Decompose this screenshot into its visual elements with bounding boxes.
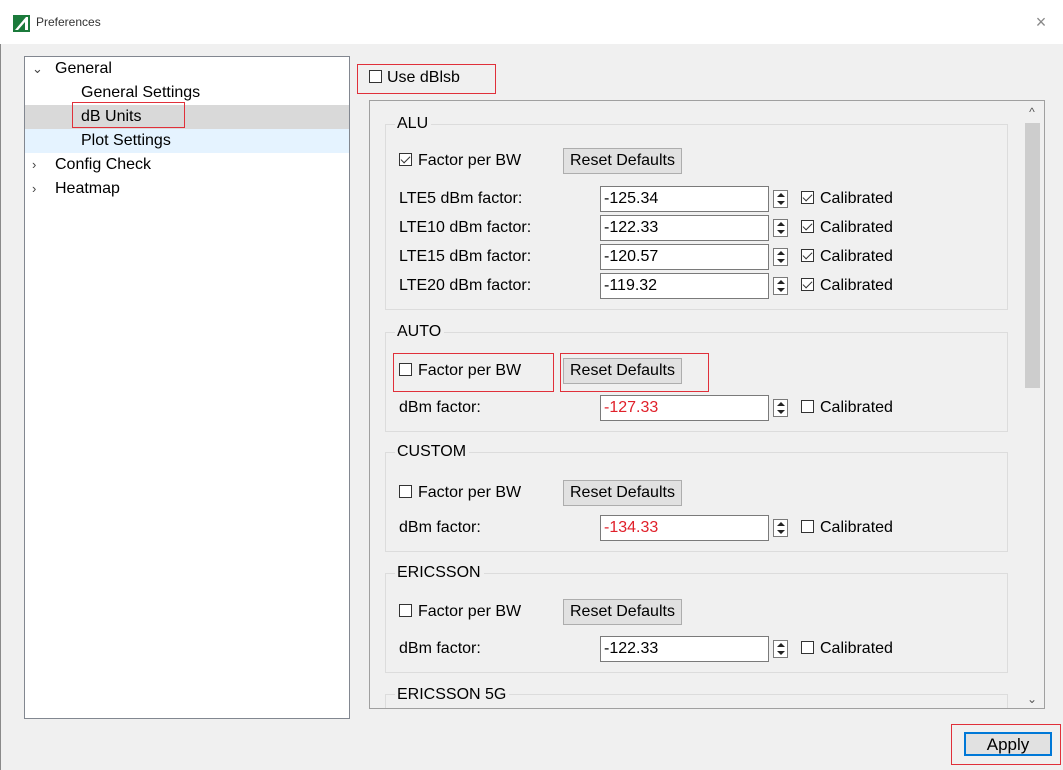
scroll-down-icon[interactable]: ⌄ [1021, 690, 1043, 708]
spin-stepper-icon[interactable] [773, 277, 788, 295]
vertical-scrollbar[interactable]: ^ ⌄ [1021, 101, 1043, 708]
spin-stepper-icon[interactable] [773, 399, 788, 417]
row-label: LTE20 dBm factor: [399, 277, 532, 294]
group-title: ERICSSON [395, 563, 484, 583]
window-title: Preferences [36, 15, 101, 29]
row-label: dBm factor: [399, 640, 481, 657]
dbm-factor-spinbox[interactable]: -120.57 [600, 244, 792, 270]
dbm-factor-spinbox[interactable]: -125.34 [600, 186, 792, 212]
apply-button[interactable]: Apply [964, 732, 1052, 756]
preferences-tree: ⌄ General General Settings dB Units Plot… [24, 56, 350, 719]
factor-per-bw-checkbox[interactable]: Factor per BW [399, 360, 521, 382]
dbm-factor-input[interactable]: -120.57 [600, 244, 769, 270]
calibrated-checkbox[interactable]: Calibrated [801, 188, 893, 210]
chevron-right-icon[interactable]: › [32, 153, 36, 177]
calibrated-checkbox[interactable]: Calibrated [801, 217, 893, 239]
dbm-factor-spinbox[interactable]: -127.33 [600, 395, 792, 421]
calibrated-label: Calibrated [820, 219, 893, 236]
tree-item-general[interactable]: ⌄ General [25, 57, 349, 81]
checkbox-icon[interactable] [399, 153, 412, 166]
dbm-factor-input[interactable]: -122.33 [600, 636, 769, 662]
dbm-factor-input[interactable]: -125.34 [600, 186, 769, 212]
spin-stepper-icon[interactable] [773, 519, 788, 537]
title-bar: Preferences × [0, 0, 1063, 44]
spin-stepper-icon[interactable] [773, 190, 788, 208]
tree-item-label: Plot Settings [81, 132, 171, 149]
calibrated-label: Calibrated [820, 519, 893, 536]
calibrated-label: Calibrated [820, 190, 893, 207]
row-label: LTE10 dBm factor: [399, 219, 532, 236]
dbm-factor-input[interactable]: -122.33 [600, 215, 769, 241]
tree-item-label: Config Check [55, 156, 152, 173]
factor-per-bw-checkbox[interactable]: Factor per BW [399, 601, 521, 623]
tree-item-label: Heatmap [55, 180, 120, 197]
use-dbi-label: Use dBlsb [387, 69, 460, 86]
dbm-factor-spinbox[interactable]: -122.33 [600, 636, 792, 662]
dbm-factor-spinbox[interactable]: -122.33 [600, 215, 792, 241]
group-title: CUSTOM [395, 442, 470, 462]
calibrated-checkbox[interactable]: Calibrated [801, 638, 893, 660]
factor-per-bw-label: Factor per BW [418, 484, 522, 501]
checkbox-icon[interactable] [801, 641, 814, 654]
spin-stepper-icon[interactable] [773, 248, 788, 266]
factor-per-bw-checkbox[interactable]: Factor per BW [399, 482, 521, 504]
tree-item-heatmap[interactable]: › Heatmap [25, 177, 349, 201]
checkbox-icon[interactable] [801, 520, 814, 533]
factor-per-bw-label: Factor per BW [418, 362, 522, 379]
calibrated-checkbox[interactable]: Calibrated [801, 275, 893, 297]
factor-per-bw-label: Factor per BW [418, 152, 522, 169]
checkbox-icon[interactable] [801, 249, 814, 262]
dbm-factor-input[interactable]: -127.33 [600, 395, 769, 421]
checkbox-icon[interactable] [399, 363, 412, 376]
row-label: LTE15 dBm factor: [399, 248, 532, 265]
row-label: LTE5 dBm factor: [399, 190, 523, 207]
tree-item-general-settings[interactable]: General Settings [25, 81, 349, 105]
chevron-right-icon[interactable]: › [32, 177, 36, 201]
chevron-down-icon[interactable]: ⌄ [32, 57, 43, 81]
reset-defaults-button[interactable]: Reset Defaults [563, 148, 682, 174]
spin-stepper-icon[interactable] [773, 640, 788, 658]
app-logo-icon [13, 15, 30, 32]
calibrated-checkbox[interactable]: Calibrated [801, 246, 893, 268]
calibrated-checkbox[interactable]: Calibrated [801, 517, 893, 539]
factor-per-bw-checkbox[interactable]: Factor per BW [399, 150, 521, 172]
dbm-factor-input[interactable]: -119.32 [600, 273, 769, 299]
checkbox-icon[interactable] [399, 604, 412, 617]
row-label: dBm factor: [399, 519, 481, 536]
factor-per-bw-label: Factor per BW [418, 603, 522, 620]
spin-stepper-icon[interactable] [773, 219, 788, 237]
checkbox-icon[interactable] [801, 191, 814, 204]
tree-item-config-check[interactable]: › Config Check [25, 153, 349, 177]
calibrated-label: Calibrated [820, 399, 893, 416]
reset-defaults-button[interactable]: Reset Defaults [563, 358, 682, 384]
calibrated-label: Calibrated [820, 248, 893, 265]
scrollbar-thumb[interactable] [1025, 123, 1040, 388]
calibrated-checkbox[interactable]: Calibrated [801, 397, 893, 419]
checkbox-icon[interactable] [369, 70, 382, 83]
use-dbi-checkbox[interactable]: Use dBlsb [369, 67, 460, 89]
dbm-factor-spinbox[interactable]: -119.32 [600, 273, 792, 299]
tree-item-db-units[interactable]: dB Units [25, 105, 349, 129]
row-label: dBm factor: [399, 399, 481, 416]
tree-item-plot-settings[interactable]: Plot Settings [25, 129, 349, 153]
tree-item-label: dB Units [81, 108, 142, 125]
group-title: ERICSSON 5G [395, 685, 510, 705]
checkbox-icon[interactable] [801, 278, 814, 291]
scroll-up-icon[interactable]: ^ [1021, 103, 1043, 121]
dbm-factor-input[interactable]: -134.33 [600, 515, 769, 541]
calibrated-label: Calibrated [820, 640, 893, 657]
tree-item-label: General Settings [81, 84, 201, 101]
checkbox-icon[interactable] [399, 485, 412, 498]
group-title: AUTO [395, 322, 445, 342]
calibrated-label: Calibrated [820, 277, 893, 294]
tree-item-label: General [55, 60, 112, 77]
window-border [0, 44, 1, 770]
reset-defaults-button[interactable]: Reset Defaults [563, 599, 682, 625]
checkbox-icon[interactable] [801, 220, 814, 233]
close-icon[interactable]: × [1029, 10, 1053, 34]
reset-defaults-button[interactable]: Reset Defaults [563, 480, 682, 506]
group-title: ALU [395, 114, 432, 134]
dbm-factor-spinbox[interactable]: -134.33 [600, 515, 792, 541]
checkbox-icon[interactable] [801, 400, 814, 413]
